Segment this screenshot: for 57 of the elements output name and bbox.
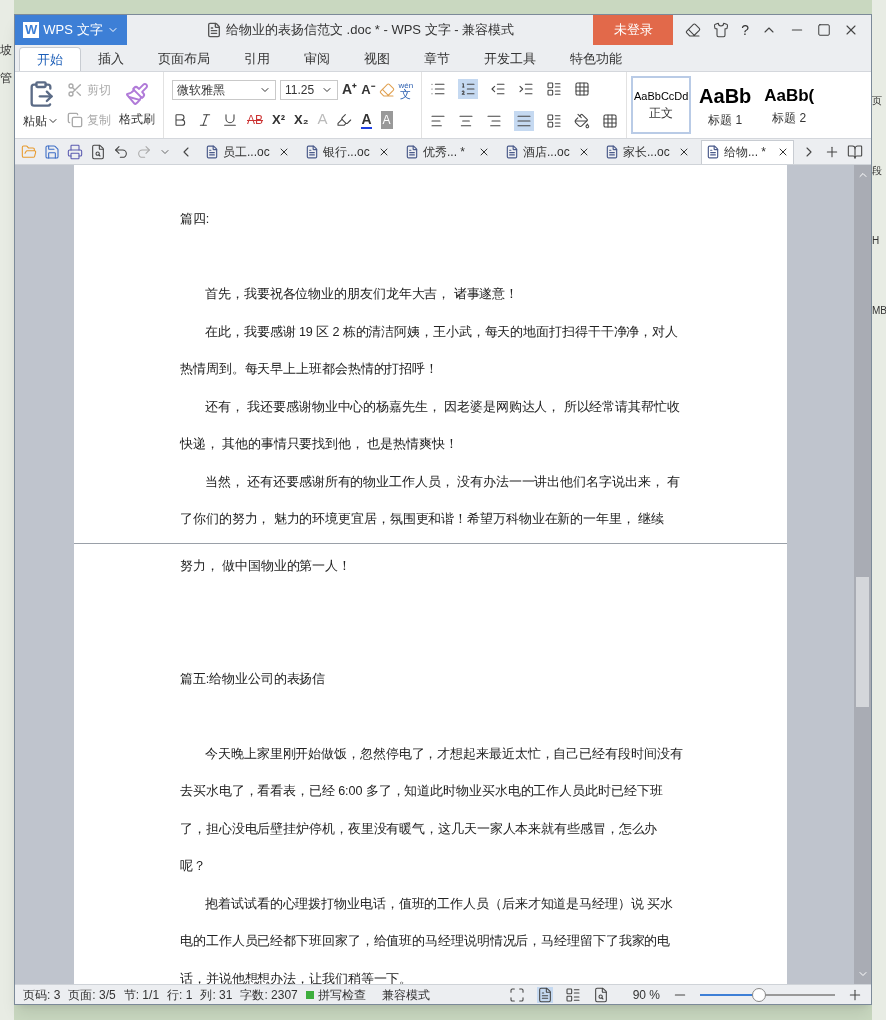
ribbon-tab[interactable]: 插入 [81, 47, 141, 71]
subscript-button[interactable]: X₂ [294, 109, 309, 130]
body-paragraph: 当然， 还有还要感谢所有的物业工作人员， 没有办法一一讲出他们名字说出来， 有了你们的努力， 魅力的环境更宜居，氛围更和谐！希望万科物业在新的一年里， 继续 [180, 473, 681, 528]
font-size-dropdown[interactable]: 11.25 [280, 79, 338, 100]
section-heading: 篇五:给物业公司的表扬信 [180, 670, 327, 688]
grow-font-button[interactable]: A⁺ [342, 79, 358, 101]
ribbon-tab[interactable]: 开始 [19, 47, 81, 71]
app-menu-button[interactable]: W WPS 文字 [15, 15, 127, 45]
spell-check-toggle[interactable]: 拼写检查 [305, 985, 366, 1004]
style-preset[interactable]: AaBb( 标题 2 [759, 76, 820, 134]
ribbon-tab[interactable]: 引用 [227, 47, 287, 71]
background-window-text: 管 [0, 72, 13, 84]
ribbon-tab[interactable]: 视图 [347, 47, 407, 71]
style-preset[interactable]: AaBbCcDd 正文 [631, 76, 692, 134]
section-heading: 篇四: [180, 211, 211, 228]
body-paragraph: 首先，我要祝各位物业的朋友们龙年大吉， 诸事遂意！ [204, 286, 520, 303]
ribbon-tab[interactable]: 开发工具 [467, 47, 553, 71]
style-preset[interactable]: AaBb 标题 1 [695, 76, 756, 134]
zoom-percent: 90 % [632, 986, 660, 1004]
superscript-button[interactable]: X² [272, 109, 285, 130]
status-field: 行: 1 [167, 985, 193, 1004]
status-field: 节: 1/1 [123, 985, 160, 1004]
font-color-button[interactable]: A [361, 110, 372, 129]
ribbon-tab[interactable]: 审阅 [287, 47, 347, 71]
document-tab[interactable]: 优秀... * [401, 139, 494, 164]
compat-mode-label: 兼容模式 [381, 986, 430, 1004]
background-window-text: 页 [872, 96, 883, 106]
help-button[interactable]: ? [741, 19, 749, 41]
body-paragraph: 在此，我要感谢 19 区 2 栋的清洁阿姨，王小武，每天的地面打扫得干干净净，对人热情周到。每天早上上班都会热情的打招呼！ [180, 323, 680, 378]
document-tab[interactable]: 家长...oc [601, 139, 694, 164]
body-paragraph: 努力， 做中国物业的第一人！ [180, 558, 353, 575]
document-tab[interactable]: 酒店...oc [501, 139, 594, 164]
status-field: 页面: 3/5 [68, 985, 116, 1004]
app-logo: W [23, 22, 40, 38]
background-window-text: MB [872, 306, 886, 316]
format-painter-button[interactable]: 格式刷 [119, 82, 155, 128]
phonetic-guide-button[interactable]: wén 文 [398, 80, 414, 99]
body-paragraph: 今天晚上家里刚开始做饭，忽然停电了，才想起来最近太忙，自己已经有段时间没有去买水电了，看看表，已经 6:00 多了，知道此时物业买水电的工作人员此时已经下班了，担心没电后壁挂炉停机，夜里没有暖气，这几天一家人本来就有些感冒，怎么办呢？ [180, 745, 683, 875]
body-paragraph: 还有， 我还要感谢物业中心的杨嘉先生， 因老婆是网购达人， 所以经常请其帮忙收快递， 其他的事情只要找到他， 也是热情爽快！ [180, 398, 681, 453]
status-field: 列: 31 [200, 985, 233, 1004]
ribbon-tab[interactable]: 特色功能 [553, 47, 639, 71]
font-name-dropdown[interactable]: 微软雅黑 [172, 79, 276, 100]
background-window-text: 段 [872, 166, 883, 176]
strikethrough-button[interactable]: AB [247, 110, 263, 129]
background-window-text: H [872, 236, 881, 246]
document-tab[interactable]: 员工...oc [201, 139, 294, 164]
body-paragraph: 抱着试试看的心理拨打物业电话，值班的工作人员（后来才知道是马经理）说 买水电的工作人员已经都下班回家了，给值班的马经理说明情况后，马经理留下了我家的电话，并说他想想办法，让我们稍等一下。 [180, 895, 674, 984]
document-tab[interactable]: 银行...oc [301, 139, 394, 164]
shrink-font-button[interactable]: A⁻ [361, 80, 375, 100]
paste-button[interactable]: 粘贴 [23, 80, 59, 130]
status-field: 页码: 3 [23, 985, 61, 1004]
ribbon-tab[interactable]: 页面布局 [141, 47, 227, 71]
document-tab[interactable]: 给物... * [701, 139, 794, 164]
status-field: 字数: 2307 [240, 985, 298, 1004]
ribbon-tab[interactable]: 章节 [407, 47, 467, 71]
background-window-text: 坡 [0, 44, 13, 56]
window-title: 给物业的表扬信范文 .doc * - WPS 文字 - 兼容模式 [226, 21, 515, 40]
